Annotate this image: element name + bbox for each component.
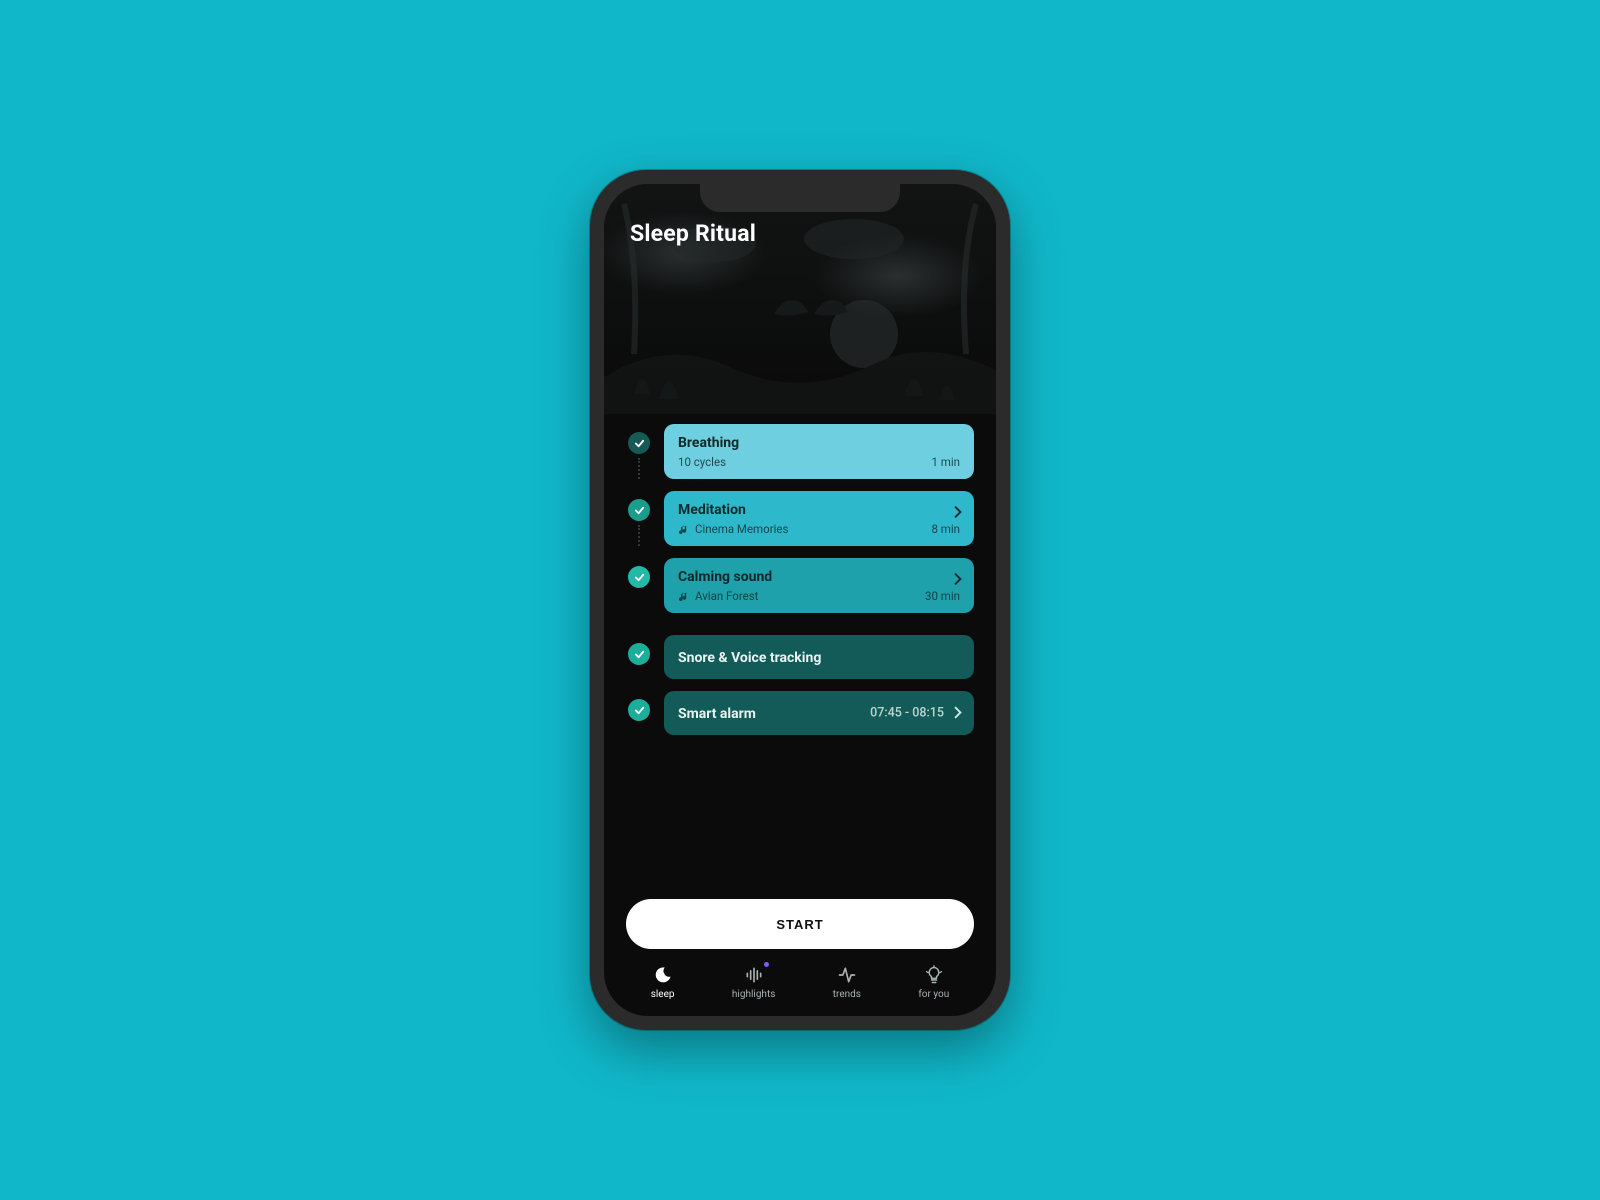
sound-bars-icon bbox=[744, 965, 764, 985]
ritual-item-snore-tracking: Snore & Voice tracking bbox=[626, 635, 974, 679]
card-calming-sound[interactable]: Calming sound Avian Forest 30 min bbox=[664, 558, 974, 613]
step-indicator-col bbox=[626, 691, 652, 735]
phone-notch bbox=[700, 184, 900, 212]
check-badge-icon bbox=[628, 643, 650, 665]
card-breathing[interactable]: Breathing 10 cycles 1 min bbox=[664, 424, 974, 479]
check-badge-icon bbox=[628, 566, 650, 588]
step-indicator-col bbox=[626, 424, 652, 479]
nav-label: highlights bbox=[732, 989, 775, 1000]
card-subtitle: Avian Forest bbox=[678, 589, 960, 603]
page-title: Sleep Ritual bbox=[630, 220, 970, 247]
nav-label: trends bbox=[833, 989, 861, 1000]
nav-item-for-you[interactable]: for you bbox=[918, 965, 949, 1000]
nav-item-highlights[interactable]: highlights bbox=[732, 965, 775, 1000]
ritual-item-breathing: Breathing 10 cycles 1 min bbox=[626, 424, 974, 479]
nav-label: for you bbox=[918, 989, 949, 1000]
card-smart-alarm[interactable]: Smart alarm 07:45 - 08:15 bbox=[664, 691, 974, 735]
card-duration: 30 min bbox=[925, 589, 960, 603]
step-connector bbox=[638, 458, 640, 479]
hero-illustration: Sleep Ritual bbox=[604, 184, 996, 414]
nav-item-sleep[interactable]: sleep bbox=[651, 965, 675, 1000]
ritual-list: Breathing 10 cycles 1 min Meditation bbox=[604, 414, 996, 881]
music-note-icon bbox=[678, 591, 689, 602]
check-badge-icon bbox=[628, 432, 650, 454]
check-badge-icon bbox=[628, 699, 650, 721]
chevron-right-icon bbox=[954, 570, 962, 589]
moon-icon bbox=[653, 965, 673, 985]
nav-item-trends[interactable]: trends bbox=[833, 965, 861, 1000]
step-connector bbox=[638, 525, 640, 546]
ritual-item-calming-sound: Calming sound Avian Forest 30 min bbox=[626, 558, 974, 613]
card-title: Smart alarm bbox=[678, 706, 756, 722]
card-title: Breathing bbox=[678, 435, 960, 451]
card-snore-tracking[interactable]: Snore & Voice tracking bbox=[664, 635, 974, 679]
card-subtitle: Cinema Memories bbox=[678, 522, 960, 536]
step-indicator-col bbox=[626, 635, 652, 679]
forest-night-illustration bbox=[604, 184, 996, 414]
app-screen: Sleep Ritual Breathing 10 cycles 1 min bbox=[604, 184, 996, 1016]
card-meditation[interactable]: Meditation Cinema Memories 8 min bbox=[664, 491, 974, 546]
chevron-right-icon bbox=[954, 704, 962, 723]
alarm-time-range: 07:45 - 08:15 bbox=[870, 706, 944, 721]
ritual-item-smart-alarm: Smart alarm 07:45 - 08:15 bbox=[626, 691, 974, 735]
chevron-right-icon bbox=[954, 503, 962, 522]
step-indicator-col bbox=[626, 491, 652, 546]
card-subtitle: 10 cycles bbox=[678, 455, 960, 469]
check-badge-icon bbox=[628, 499, 650, 521]
bottom-nav: sleep highlights trends bbox=[604, 959, 996, 1016]
card-duration: 1 min bbox=[931, 455, 960, 469]
phone-frame: Sleep Ritual Breathing 10 cycles 1 min bbox=[590, 170, 1010, 1030]
lightbulb-icon bbox=[924, 965, 944, 985]
step-indicator-col bbox=[626, 558, 652, 613]
music-note-icon bbox=[678, 524, 689, 535]
card-title: Calming sound bbox=[678, 569, 960, 585]
start-button[interactable]: START bbox=[626, 899, 974, 949]
ritual-item-meditation: Meditation Cinema Memories 8 min bbox=[626, 491, 974, 546]
card-duration: 8 min bbox=[931, 522, 960, 536]
card-title: Snore & Voice tracking bbox=[678, 650, 821, 666]
nav-label: sleep bbox=[651, 989, 675, 1000]
card-title: Meditation bbox=[678, 502, 960, 518]
activity-icon bbox=[837, 965, 857, 985]
notification-dot-icon bbox=[764, 962, 769, 967]
section-gap bbox=[626, 625, 974, 635]
